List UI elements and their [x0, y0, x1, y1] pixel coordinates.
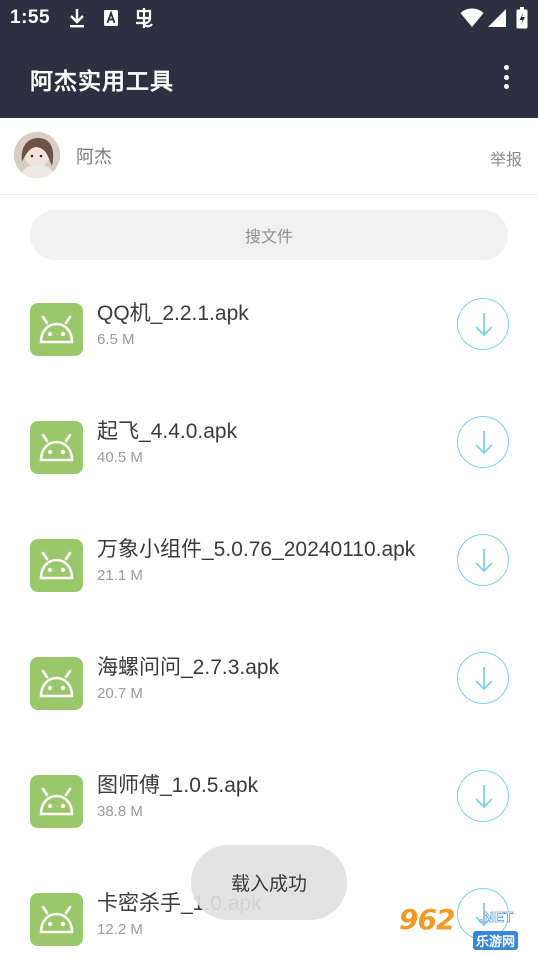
android-icon [30, 657, 83, 710]
file-name: 图师傅_1.0.5.apk [97, 774, 259, 797]
list-item[interactable]: QQ机_2.2.1.apk 6.5 M [0, 298, 538, 413]
battery-icon [516, 7, 528, 29]
status-time: 1:55 [10, 7, 51, 28]
arrow-down-icon [475, 313, 493, 337]
app-header: 1:55 阿杰实用工具 [0, 0, 538, 118]
watermark-logo: 962 .NET 乐游网 [399, 903, 535, 953]
file-size: 40.5 M [97, 449, 143, 466]
android-icon [30, 775, 83, 828]
file-size: 6.5 M [97, 331, 135, 348]
file-size: 38.8 M [97, 803, 143, 820]
report-button[interactable]: 举报 [490, 146, 522, 170]
avatar[interactable] [14, 132, 60, 178]
user-row: 阿杰 举报 [0, 118, 538, 195]
toast-message: 载入成功 [191, 845, 347, 920]
arrow-down-icon [475, 549, 493, 573]
username[interactable]: 阿杰 [76, 143, 112, 169]
a-icon [103, 7, 119, 29]
file-size: 21.1 M [97, 567, 143, 584]
page-title: 阿杰实用工具 [30, 68, 174, 94]
android-icon [30, 539, 83, 592]
list-item[interactable]: 海螺问问_2.7.3.apk 20.7 M [0, 652, 538, 767]
more-vert-icon[interactable] [494, 62, 518, 92]
download-button[interactable] [457, 770, 509, 822]
arrow-down-icon [475, 431, 493, 455]
file-size: 20.7 M [97, 685, 143, 702]
file-name: 万象小组件_5.0.76_20240110.apk [97, 538, 416, 561]
list-item[interactable]: 起飞_4.4.0.apk 40.5 M [0, 416, 538, 531]
status-bar: 1:55 [0, 0, 538, 36]
bug-icon [132, 7, 156, 29]
arrow-down-icon [475, 785, 493, 809]
file-name: QQ机_2.2.1.apk [97, 302, 249, 325]
arrow-down-icon [475, 667, 493, 691]
android-icon [30, 421, 83, 474]
download-button[interactable] [457, 416, 509, 468]
download-button[interactable] [457, 534, 509, 586]
watermark-suffix: .NET [479, 909, 514, 927]
download-button[interactable] [457, 298, 509, 350]
wifi-icon [460, 7, 484, 29]
file-name: 起飞_4.4.0.apk [97, 420, 238, 443]
file-size: 12.2 M [97, 921, 143, 938]
android-icon [30, 893, 83, 946]
search-placeholder: 搜文件 [244, 229, 293, 246]
signal-icon [487, 7, 507, 29]
watermark-site: 乐游网 [473, 931, 519, 950]
watermark-number: 962 [399, 903, 455, 936]
search-input[interactable]: 搜文件 [30, 210, 508, 260]
toast-text: 载入成功 [230, 874, 307, 895]
download-icon [68, 7, 86, 29]
download-button[interactable] [457, 652, 509, 704]
file-name: 海螺问问_2.7.3.apk [97, 656, 280, 679]
android-icon [30, 303, 83, 356]
list-item[interactable]: 万象小组件_5.0.76_20240110.apk 21.1 M [0, 534, 538, 649]
